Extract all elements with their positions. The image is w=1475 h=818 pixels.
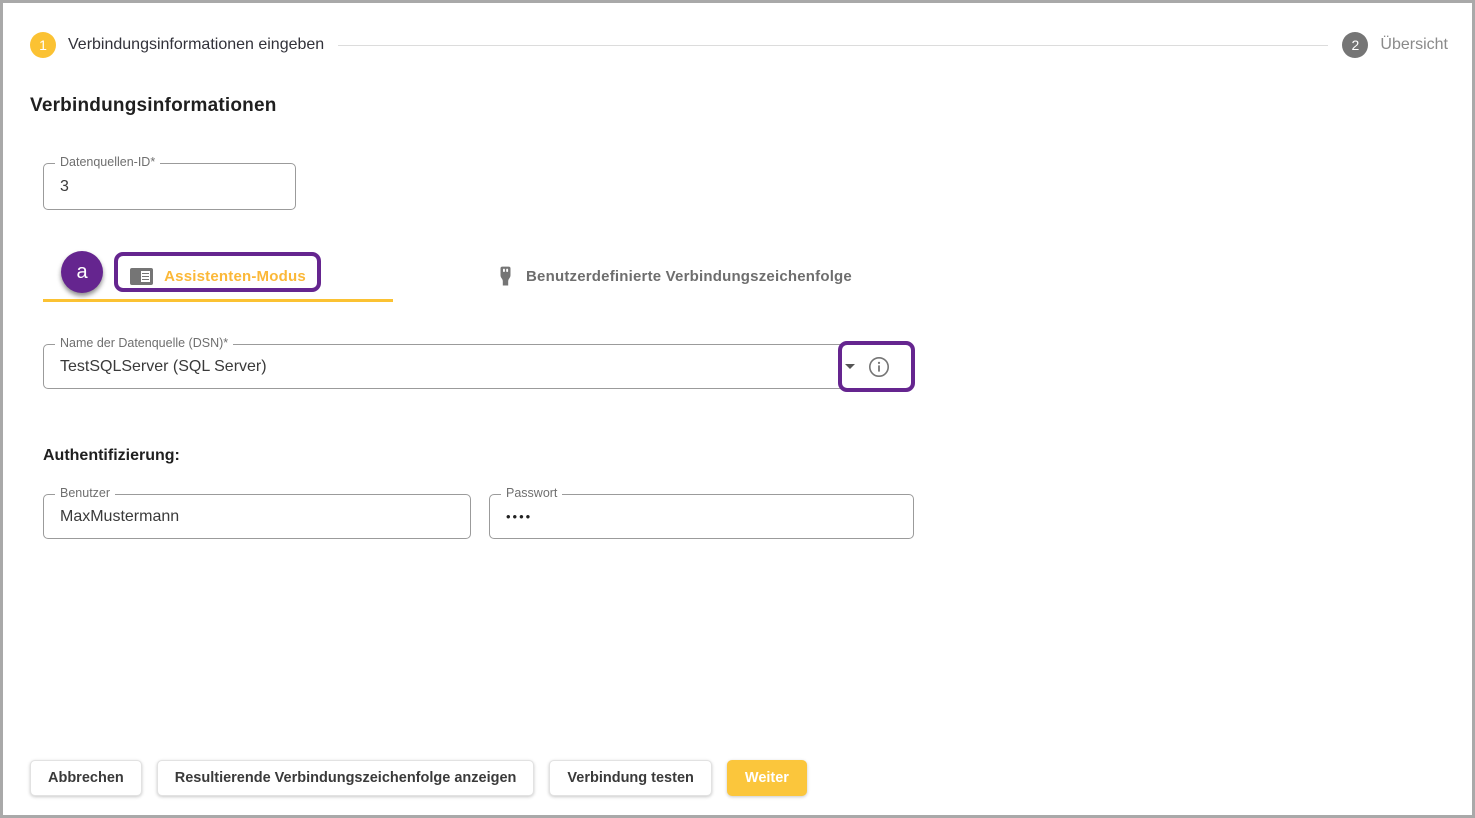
auth-section-heading: Authentifizierung: — [43, 447, 1472, 465]
user-label: Benutzer — [55, 486, 115, 500]
tab-custom-connection-string[interactable]: Benutzerdefinierte Verbindungszeichenfol… — [393, 251, 955, 302]
wizard-card-icon — [130, 268, 153, 285]
tab-custom-connection-string-label: Benutzerdefinierte Verbindungszeichenfol… — [526, 268, 852, 285]
password-label: Passwort — [501, 486, 562, 500]
tab-assistant-mode-label: Assistenten-Modus — [164, 268, 306, 285]
dsn-label: Name der Datenquelle (DSN)* — [55, 336, 233, 350]
mode-tabs: Assistenten-Modus Benutzerdefinierte Ver… — [43, 251, 1472, 302]
user-value[interactable]: MaxMustermann — [60, 508, 454, 526]
datasource-id-value[interactable]: 3 — [60, 178, 279, 196]
next-button[interactable]: Weiter — [727, 760, 807, 796]
datasource-id-field[interactable]: Datenquellen-ID* 3 — [43, 163, 296, 210]
step-2-label: Übersicht — [1380, 36, 1448, 54]
chevron-down-icon[interactable] — [845, 364, 855, 369]
info-icon[interactable] — [868, 356, 890, 378]
password-value[interactable]: •••• — [506, 509, 897, 524]
user-field[interactable]: Benutzer MaxMustermann — [43, 494, 471, 539]
footer-actions: Abbrechen Resultierende Verbindungszeich… — [30, 760, 807, 796]
step-1-label: Verbindungsinformationen eingeben — [68, 36, 324, 54]
step-2-badge[interactable]: 2 — [1342, 32, 1368, 58]
plug-icon — [496, 266, 515, 287]
wizard-dialog: 1 Verbindungsinformationen eingeben 2 Üb… — [0, 0, 1475, 818]
datasource-id-label: Datenquellen-ID* — [55, 155, 160, 169]
dsn-suffix-controls — [845, 356, 896, 378]
show-connection-string-button[interactable]: Resultierende Verbindungszeichenfolge an… — [157, 760, 535, 796]
step-1-badge[interactable]: 1 — [30, 32, 56, 58]
password-field[interactable]: Passwort •••• — [489, 494, 914, 539]
annotation-badge-a: a — [61, 251, 103, 293]
dsn-field[interactable]: Name der Datenquelle (DSN)* TestSQLServe… — [43, 344, 913, 389]
step-connector-line — [338, 45, 1328, 46]
dsn-value[interactable]: TestSQLServer (SQL Server) — [60, 358, 845, 376]
auth-fields-row: Benutzer MaxMustermann Passwort •••• — [43, 494, 1472, 539]
active-tab-indicator — [43, 299, 393, 302]
stepper: 1 Verbindungsinformationen eingeben 2 Üb… — [30, 29, 1448, 61]
cancel-button[interactable]: Abbrechen — [30, 760, 142, 796]
page-title: Verbindungsinformationen — [30, 95, 1472, 117]
test-connection-button[interactable]: Verbindung testen — [549, 760, 712, 796]
